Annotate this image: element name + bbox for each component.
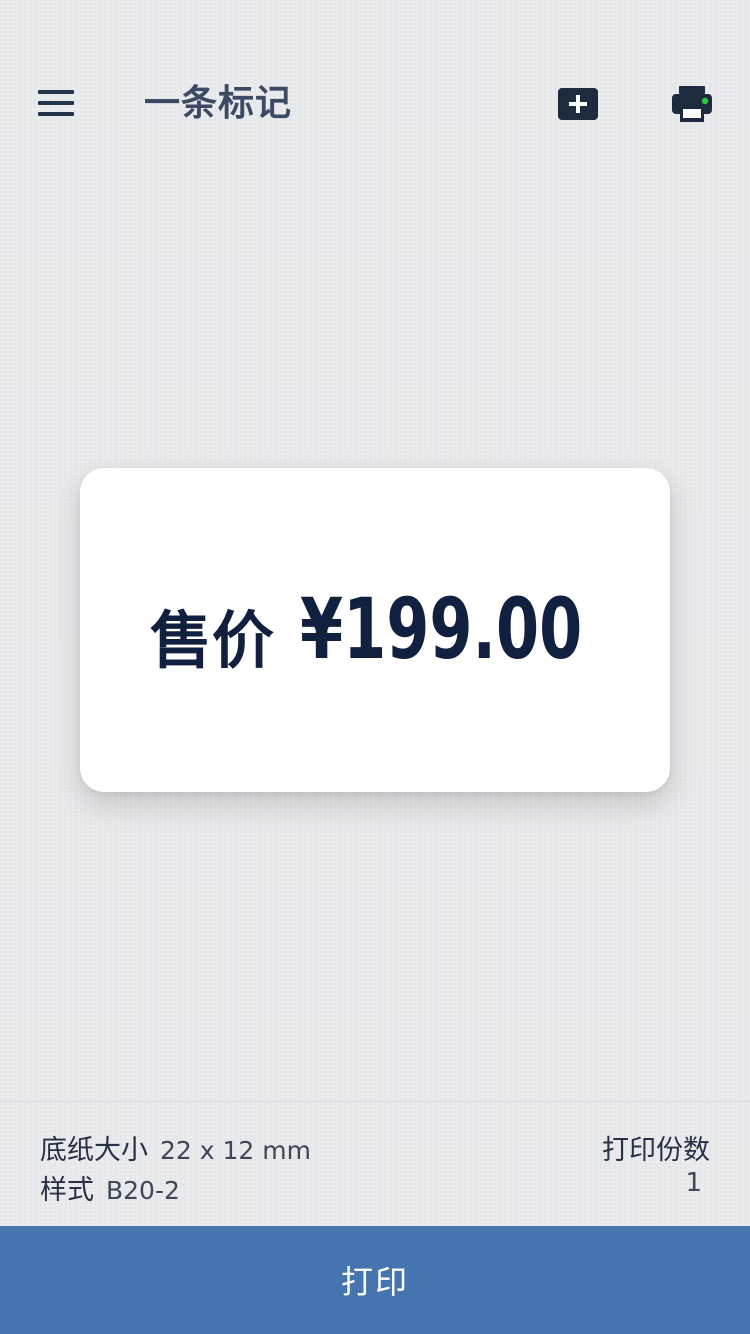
app-header: 一条标记 bbox=[0, 0, 750, 200]
paper-size-value: 22 x 12 mm bbox=[160, 1136, 311, 1165]
hamburger-menu-icon bbox=[38, 90, 74, 94]
add-label-button[interactable] bbox=[556, 84, 600, 124]
style-row: 样式 B20-2 bbox=[40, 1168, 180, 1207]
print-button[interactable]: 打印 bbox=[0, 1226, 750, 1334]
label-preview-card[interactable]: 售价 ¥199.00 bbox=[80, 468, 670, 792]
printer-status-dot bbox=[701, 97, 709, 105]
paper-size-row: 底纸大小 22 x 12 mm bbox=[40, 1128, 311, 1167]
style-value: B20-2 bbox=[106, 1176, 180, 1205]
settings-divider bbox=[0, 1101, 750, 1102]
paper-size-label: 底纸大小 bbox=[40, 1135, 148, 1166]
style-label: 样式 bbox=[40, 1175, 94, 1206]
app-title: 一条标记 bbox=[144, 83, 293, 124]
menu-button[interactable] bbox=[38, 88, 78, 120]
hamburger-line bbox=[38, 112, 74, 116]
printer-button[interactable] bbox=[668, 82, 716, 126]
label-price-text: ¥199.00 bbox=[299, 580, 583, 678]
hamburger-line bbox=[38, 101, 74, 105]
printer-icon bbox=[672, 86, 712, 122]
label-content: 售价 ¥199.00 bbox=[80, 580, 670, 678]
copies-value[interactable]: 1 bbox=[685, 1168, 702, 1198]
label-prefix-text: 售价 bbox=[149, 604, 274, 677]
add-label-icon bbox=[558, 88, 598, 120]
copies-label: 打印份数 bbox=[602, 1135, 710, 1166]
